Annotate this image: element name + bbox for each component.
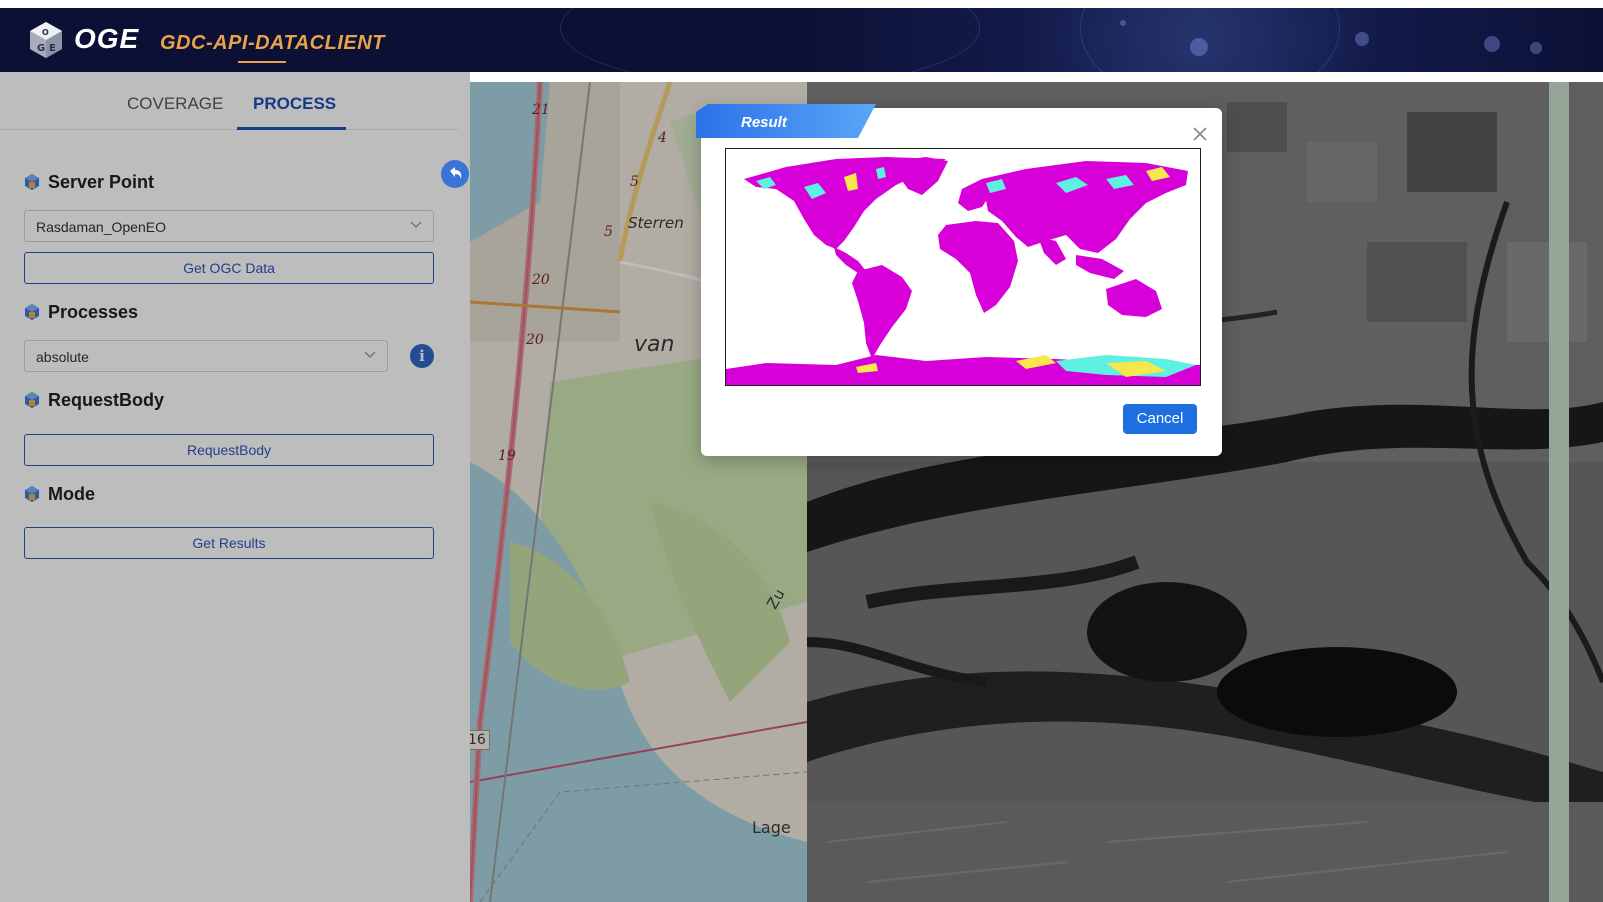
cancel-button[interactable]: Cancel [1123, 404, 1197, 434]
app-header: G E O OGE GDC-API-DATACLIENT [0, 8, 1603, 72]
header-decoration [1484, 36, 1500, 52]
close-icon[interactable] [1192, 126, 1208, 142]
header-decoration [1355, 32, 1369, 46]
app-title: GDC-API-DATACLIENT [160, 32, 385, 54]
world-map-result [726, 149, 1200, 385]
header-decoration [1530, 42, 1542, 54]
result-image [725, 148, 1201, 386]
header-decoration [1190, 38, 1208, 56]
header-decoration [1120, 20, 1126, 26]
modal-mask-sidebar [0, 72, 470, 902]
svg-text:O: O [42, 28, 49, 37]
header-decoration [560, 8, 980, 72]
logo-text: OGE [74, 23, 140, 54]
collapse-sidebar-button[interactable] [441, 160, 469, 188]
header-decoration [1080, 8, 1340, 72]
dialog-title: Result [741, 114, 787, 131]
svg-text:E: E [49, 43, 56, 54]
undo-arrow-icon [450, 167, 462, 179]
result-dialog: Result Cancel [696, 104, 1222, 456]
oge-logo-icon: G E O [26, 20, 66, 60]
svg-text:G: G [37, 43, 45, 54]
app-root: G E O OGE GDC-API-DATACLIENT COVERAGE PR… [0, 0, 1603, 902]
title-underline [238, 61, 286, 63]
